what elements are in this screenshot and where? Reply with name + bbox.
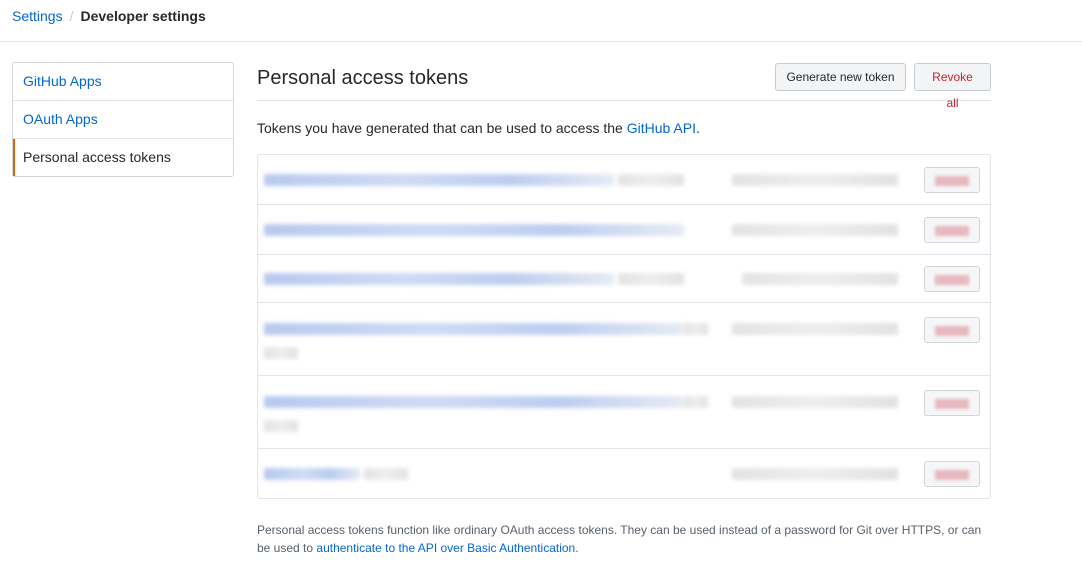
token-list [257, 154, 991, 499]
delete-token-button[interactable] [924, 266, 980, 292]
token-name-redacted [264, 174, 614, 186]
token-name-redacted [264, 468, 360, 480]
sidebar-item-github-apps[interactable]: GitHub Apps [13, 63, 233, 101]
token-scopes-redacted [618, 174, 684, 186]
subhead: Personal access tokens Generate new toke… [257, 62, 991, 110]
token-name-redacted [264, 273, 614, 285]
desc-prefix: Tokens you have generated that can be us… [257, 120, 627, 136]
token-scopes-redacted [684, 323, 708, 335]
breadcrumb-separator: / [69, 8, 74, 24]
token-row[interactable] [258, 205, 990, 255]
page-header: Settings / Developer settings [0, 0, 1082, 42]
delete-token-button[interactable] [924, 390, 980, 416]
token-scopes-redacted [618, 273, 684, 285]
footer-note: Personal access tokens function like ord… [257, 521, 991, 557]
breadcrumb: Settings / Developer settings [12, 6, 206, 26]
developer-settings-sidebar: GitHub Apps OAuth Apps Personal access t… [12, 62, 234, 177]
token-last-used-redacted [742, 273, 898, 285]
token-row[interactable] [258, 449, 990, 498]
token-row[interactable] [258, 255, 990, 303]
token-row[interactable] [258, 303, 990, 376]
tokens-description: Tokens you have generated that can be us… [257, 120, 700, 136]
breadcrumb-current: Developer settings [80, 8, 206, 24]
delete-token-button[interactable] [924, 217, 980, 243]
github-api-link[interactable]: GitHub API [627, 120, 696, 136]
token-last-used-redacted [732, 323, 898, 335]
delete-token-button[interactable] [924, 167, 980, 193]
sidebar-item-oauth-apps[interactable]: OAuth Apps [13, 101, 233, 139]
token-row[interactable] [258, 376, 990, 449]
token-scopes-redacted [364, 468, 408, 480]
footer-suffix: . [575, 541, 579, 555]
desc-suffix: . [695, 120, 700, 136]
revoke-all-button[interactable]: Revoke all [914, 63, 991, 110]
token-name-redacted [264, 396, 684, 408]
generate-new-token-button[interactable]: Generate new token [775, 63, 906, 91]
delete-token-button[interactable] [924, 461, 980, 487]
token-last-used-redacted [732, 396, 898, 408]
token-last-used-redacted [732, 224, 898, 236]
token-last-used-redacted [732, 174, 898, 186]
token-row[interactable] [258, 155, 990, 205]
token-scopes-redacted [684, 396, 708, 408]
token-name-redacted [264, 224, 684, 236]
delete-token-button[interactable] [924, 317, 980, 343]
basic-auth-link[interactable]: authenticate to the API over Basic Authe… [316, 541, 575, 555]
token-scopes-redacted [264, 420, 298, 432]
sidebar-item-personal-access-tokens[interactable]: Personal access tokens [13, 139, 233, 176]
token-last-used-redacted [732, 468, 898, 480]
page-title: Personal access tokens [257, 67, 469, 89]
token-scopes-redacted [264, 347, 298, 359]
breadcrumb-settings-link[interactable]: Settings [12, 8, 63, 24]
token-name-redacted [264, 323, 684, 335]
main-content: Personal access tokens Generate new toke… [257, 62, 991, 499]
